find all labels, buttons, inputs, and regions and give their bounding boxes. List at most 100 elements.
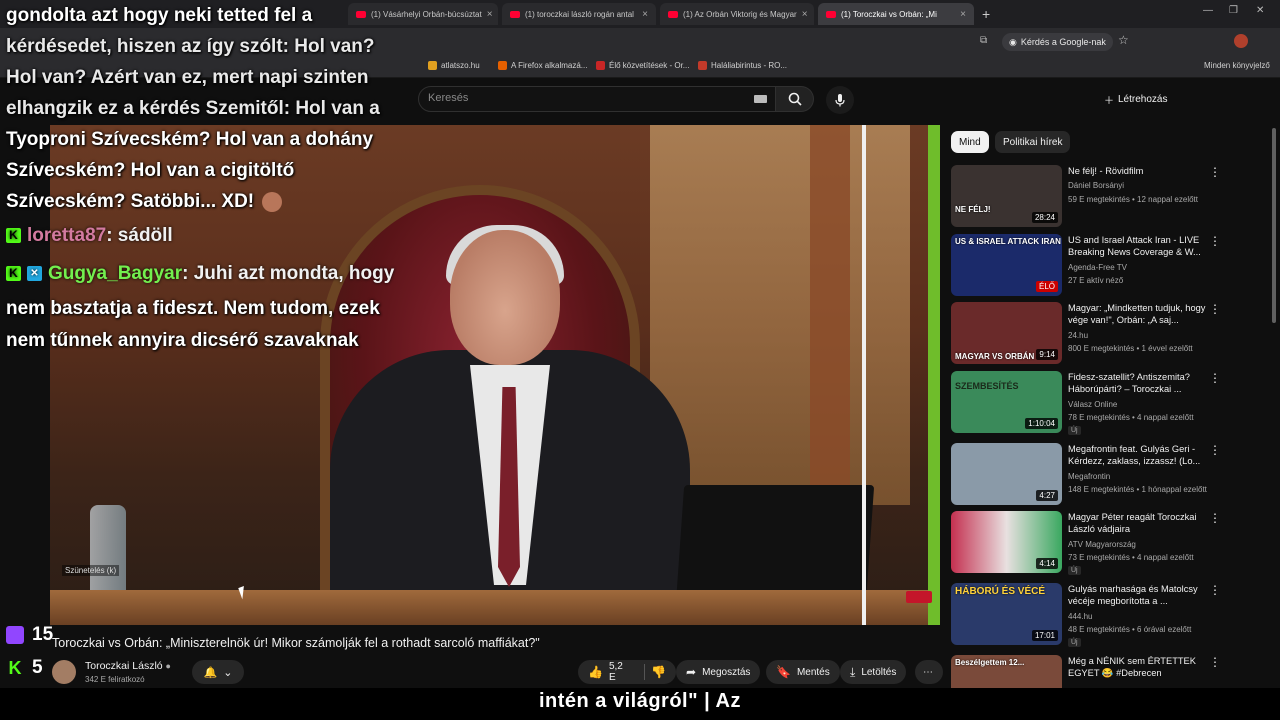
new-badge: Új [1068,566,1081,575]
save-button[interactable]: 🔖 Mentés [766,660,840,684]
bookmark-star-icon[interactable]: ☆ [1118,33,1129,47]
chat-text-line: elhangzik ez a kérdés Szemitől: Hol van … [6,98,380,119]
chat-text-line: nem tűnnek annyira dicsérő szavaknak [6,330,359,351]
more-actions-button[interactable]: ⋯ [915,660,943,684]
chat-username: Gugya_Bagyar [48,263,183,284]
download-button[interactable]: ⤓ Letöltés [840,660,907,684]
video-green-edge [928,125,940,625]
browser-tab-active[interactable]: (1) Toroczkai vs Orbán: „Mi × [818,3,974,25]
video-speaker-head [450,230,560,365]
recommendation-item[interactable]: US & ISRAEL ATTACK IRAN ÉLŐ US and Israe… [951,234,1271,298]
youtube-favicon-icon [668,10,678,18]
video-thumbnail[interactable]: MAGYAR VS ORBÁN 9:14 [951,302,1062,364]
keyboard-icon[interactable] [754,95,767,103]
search-button[interactable] [776,86,814,112]
browser-tab[interactable]: (1) toroczkai lászló rogán antal × [502,3,656,25]
new-tab-button[interactable]: + [982,6,990,22]
chat-message-text: : sádöll [106,225,173,246]
search-placeholder: Keresés [428,92,469,104]
close-tab-icon[interactable]: × [642,9,648,20]
chat-text-line: kérdésedet, hiszen az így szólt: Hol van… [6,36,375,57]
share-button[interactable]: ➦ Megosztás [676,660,761,684]
youtube-favicon-icon [510,10,520,18]
voice-search-button[interactable] [826,86,854,114]
dislike-icon[interactable]: 👎 [651,665,666,679]
recommendation-meta: 78 E megtekintés • 4 nappal ezelőtt [1068,413,1194,422]
chevron-down-icon: ⌄ [223,666,233,679]
subscription-bell-button[interactable]: 🔔 ⌄ [192,660,244,684]
more-vert-icon[interactable]: ⋮ [1209,443,1221,457]
video-title: Toroczkai vs Orbán: „Miniszterelnök úr! … [52,636,540,650]
recommendation-meta: 48 E megtekintés • 6 órával ezelőtt [1068,625,1192,634]
video-thumbnail[interactable]: US & ISRAEL ATTACK IRAN ÉLŐ [951,234,1062,296]
recommendation-channel: 444.hu [1068,612,1093,621]
kick-icon: K [6,228,21,244]
recommendation-channel: 24.hu [1068,331,1089,340]
twitch-icon [6,626,24,644]
chip-political-news[interactable]: Politikai hírek [995,131,1071,153]
recommendation-item[interactable]: 4:27 Megafrontin feat. Gulyás Geri - Kér… [951,443,1271,507]
recommendation-item[interactable]: 4:14 Magyar Péter reagált Toroczkai Lász… [951,511,1271,575]
emote-icon [262,191,283,212]
verified-badge-icon: ✕ [27,266,42,282]
video-thumbnail[interactable]: SZEMBESÍTÉS 1:10:04 [951,371,1062,433]
recommendation-item[interactable]: MAGYAR VS ORBÁN 9:14 Magyar: „Mindketten… [951,302,1271,366]
recommendation-item[interactable]: HÁBORÚ ÉS VÉCÉ 17:01 Gulyás marhasága és… [951,583,1271,647]
twitch-viewer-count: 15 [6,624,53,646]
bookmark-item[interactable]: atlatszo.hu [428,61,480,70]
video-thumbnail[interactable]: NE FÉLJ! 28:24 [951,165,1062,227]
like-icon[interactable]: 👍 [588,665,603,679]
video-desk [50,590,940,625]
create-button[interactable]: ＋ Létrehozás [1104,89,1167,109]
video-thumbnail[interactable]: HÁBORÚ ÉS VÉCÉ 17:01 [951,583,1062,645]
video-background-pillar [810,125,850,525]
ask-google-button[interactable]: ◉ Kérdés a Google-nak [1002,33,1113,51]
new-badge: Új [1068,426,1081,435]
close-tab-icon[interactable]: × [802,9,808,20]
bookmark-item[interactable]: A Firefox alkalmazá... [498,61,587,70]
live-icon [596,61,605,70]
recommendation-title: US and Israel Attack Iran - LIVE Breakin… [1068,235,1201,257]
channel-name[interactable]: Toroczkai László ● [85,660,171,672]
cast-icon[interactable]: ⧉ [980,35,987,46]
profile-avatar[interactable] [1234,34,1248,48]
recommendation-channel: Megafrontin [1068,472,1111,481]
more-vert-icon[interactable]: ⋮ [1209,234,1221,248]
chat-message-text: : Juhi azt mondta, hogy [182,263,395,284]
recommendation-item[interactable]: Beszélgettem 12... Még a NÉNIK sem ÉRTET… [951,655,1271,688]
like-count[interactable]: 5,2 E [609,661,632,683]
minimize-icon[interactable]: — [1203,5,1213,16]
maximize-icon[interactable]: ❐ [1229,5,1238,16]
video-thumbnail[interactable]: Beszélgettem 12... [951,655,1062,688]
chip-all[interactable]: Mind [951,131,989,153]
close-tab-icon[interactable]: × [960,9,966,20]
browser-tab[interactable]: (1) Az Orbán Viktorig és Magyar × [660,3,814,25]
bookmark-icon: 🔖 [776,665,791,679]
other-bookmarks[interactable]: Minden könyvjelző [1204,61,1270,70]
divider [644,664,646,680]
bookmark-item[interactable]: Élő közvetítések - Or... [596,61,689,70]
recommendation-channel: ATV Magyarország [1068,540,1136,549]
more-vert-icon[interactable]: ⋮ [1209,165,1221,179]
bookmark-item[interactable]: Haláliabirintus - RO... [698,61,787,70]
more-vert-icon[interactable]: ⋮ [1209,302,1221,316]
recommendation-item[interactable]: NE FÉLJ! 28:24 Ne félj! - Rövidfilm Dáni… [951,165,1271,229]
chat-overlay: gondolta azt hogy neki tetted fel a kérd… [0,0,430,357]
video-thumbnail[interactable]: 4:14 [951,511,1062,573]
scrollbar-thumb[interactable] [1272,128,1276,323]
more-vert-icon[interactable]: ⋮ [1209,511,1221,525]
more-vert-icon[interactable]: ⋮ [1209,655,1221,669]
recommendation-meta: 59 E megtekintés • 12 nappal ezelőtt [1068,195,1198,204]
like-dislike-group: 👍 5,2 E 👎 [578,660,676,684]
close-window-icon[interactable]: ✕ [1256,5,1264,16]
recommendation-channel: Agenda-Free TV [1068,263,1127,272]
close-tab-icon[interactable]: × [487,9,493,20]
channel-avatar[interactable] [52,660,76,684]
chat-message: K ✕ Gugya_Bagyar: Juhi azt mondta, hogy [6,255,424,293]
recommendation-item[interactable]: SZEMBESÍTÉS 1:10:04 Fidesz-szatellit? An… [951,371,1271,435]
video-thumbnail[interactable]: 4:27 [951,443,1062,505]
chat-message: Kloretta87: sádöll [6,217,424,255]
more-vert-icon[interactable]: ⋮ [1209,583,1221,597]
search-input[interactable] [418,86,776,112]
more-vert-icon[interactable]: ⋮ [1209,371,1221,385]
